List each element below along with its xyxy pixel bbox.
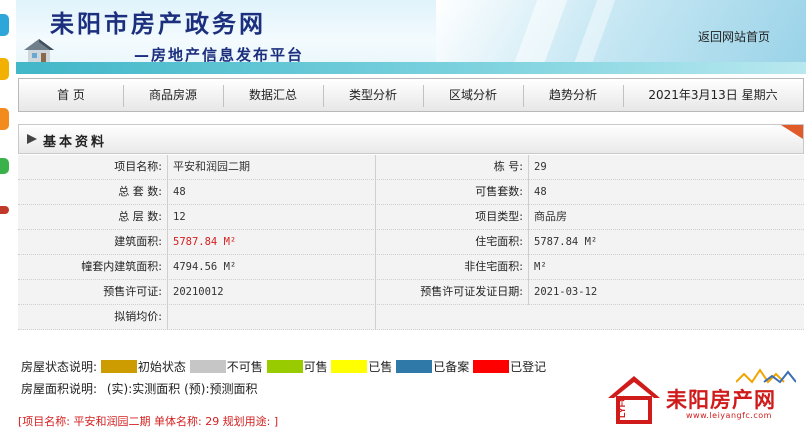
status-label: 已登记 [510, 360, 547, 374]
status-label: 已备案 [433, 360, 470, 374]
field-label: 总 层 数: [118, 210, 162, 223]
corner-fold-icon [781, 125, 803, 139]
roofline-icon [736, 368, 796, 384]
field-label: 项目名称: [114, 160, 162, 173]
field-label: 幢套内建筑面积: [81, 260, 162, 273]
field-label: 预售许可证: [103, 285, 162, 298]
status-label: 初始状态 [137, 360, 186, 374]
side-tab-icon[interactable] [0, 14, 9, 36]
status-label: 不可售 [226, 360, 263, 374]
status-label: 可售 [303, 360, 328, 374]
field-value: 48 [534, 186, 547, 198]
field-value: 5787.84 M² [534, 236, 598, 248]
field-label: 项目类型: [475, 210, 523, 223]
nav-date: 2021年3月13日 星期六 [648, 88, 778, 102]
brand-url: www.leiyangfc.com [686, 411, 772, 420]
field-label: 拟销均价: [114, 310, 162, 323]
grid-divider [528, 155, 529, 305]
status-swatch [266, 360, 303, 373]
nav-trend-analysis[interactable]: 趋势分析 [523, 79, 623, 111]
info-row: 总 层 数: 12 项目类型: 商品房 [18, 205, 804, 230]
nav-home[interactable]: 首 页 [19, 79, 123, 111]
field-value: 12 [173, 211, 186, 223]
status-legend-label: 房屋状态说明: [21, 360, 98, 374]
brand-name: 耒阳房产网 [666, 387, 776, 412]
side-tab-icon[interactable] [0, 158, 9, 174]
status-swatch [100, 360, 137, 373]
field-value: 48 [173, 186, 186, 198]
status-swatch [331, 360, 368, 373]
side-tab-icon[interactable] [0, 58, 9, 80]
brand-house-icon: LYFC [608, 376, 660, 424]
info-row: 项目名称: 平安和润园二期 栋 号: 29 [18, 155, 804, 180]
info-row: 预售许可证: 20210012 预售许可证发证日期: 2021-03-12 [18, 280, 804, 305]
info-grid: 项目名称: 平安和润园二期 栋 号: 29 总 套 数: 48 可售套数: 48… [18, 155, 804, 330]
field-label: 总 套 数: [118, 185, 162, 198]
status-swatch [189, 360, 226, 373]
grid-divider [167, 155, 168, 330]
nav-type-analysis[interactable]: 类型分析 [323, 79, 423, 111]
info-row: 建筑面积: 5787.84 M² 住宅面积: 5787.84 M² [18, 230, 804, 255]
status-label: 已售 [368, 360, 393, 374]
field-value: 5787.84 M² [173, 236, 237, 248]
panel-header: 基本资料 [18, 124, 804, 154]
field-value: 4794.56 M² [173, 261, 237, 273]
home-link[interactable]: 返回网站首页 [698, 28, 770, 45]
nav-summary[interactable]: 数据汇总 [223, 79, 323, 111]
field-label: 栋 号: [493, 160, 523, 173]
panel-title: 基本资料 [43, 135, 108, 150]
field-label: 预售许可证发证日期: [420, 285, 523, 298]
grid-divider [375, 155, 376, 330]
triangle-icon [27, 134, 37, 144]
nav-listings[interactable]: 商品房源 [123, 79, 223, 111]
status-swatch [396, 360, 433, 373]
field-value: 20210012 [173, 286, 224, 298]
field-value: 平安和润园二期 [173, 160, 250, 173]
info-row: 总 套 数: 48 可售套数: 48 [18, 180, 804, 205]
field-label: 非住宅面积: [464, 260, 523, 273]
info-row: 拟销均价: [18, 305, 804, 330]
area-legend: 房屋面积说明: (实):实测面积 (预):预测面积 [21, 380, 258, 398]
site-subtitle: —房地产信息发布平台 [134, 46, 305, 64]
area-legend-text: (实):实测面积 (预):预测面积 [106, 382, 258, 396]
field-value: 2021-03-12 [534, 286, 598, 298]
site-title: 耒阳市房产政务网 [50, 9, 266, 38]
field-label: 住宅面积: [475, 235, 523, 248]
status-swatch [473, 360, 510, 373]
field-value: 29 [534, 161, 547, 173]
field-value: M² [534, 261, 547, 273]
site-header: 耒阳市房产政务网 —房地产信息发布平台 返回网站首页 [16, 0, 806, 74]
left-edge-strip [0, 0, 14, 427]
nav-area-analysis[interactable]: 区域分析 [423, 79, 523, 111]
side-tab-icon[interactable] [0, 206, 9, 214]
field-label: 可售套数: [475, 185, 523, 198]
field-value: 商品房 [534, 210, 567, 223]
main-nav: 首 页 商品房源 数据汇总 类型分析 区域分析 趋势分析 2021年3月13日 … [18, 78, 804, 112]
area-legend-label: 房屋面积说明: [21, 382, 98, 396]
side-tab-icon[interactable] [0, 108, 9, 130]
status-legend: 房屋状态说明: 初始状态 不可售 可售 已售 已备案 已登记 [21, 358, 546, 376]
brand-badge: LYFC [617, 395, 627, 418]
field-label: 建筑面积: [114, 235, 162, 248]
field-value [173, 305, 373, 329]
info-row: 幢套内建筑面积: 4794.56 M² 非住宅面积: M² [18, 255, 804, 280]
brand-watermark: LYFC 耒阳房产网 www.leiyangfc.com [606, 368, 806, 424]
